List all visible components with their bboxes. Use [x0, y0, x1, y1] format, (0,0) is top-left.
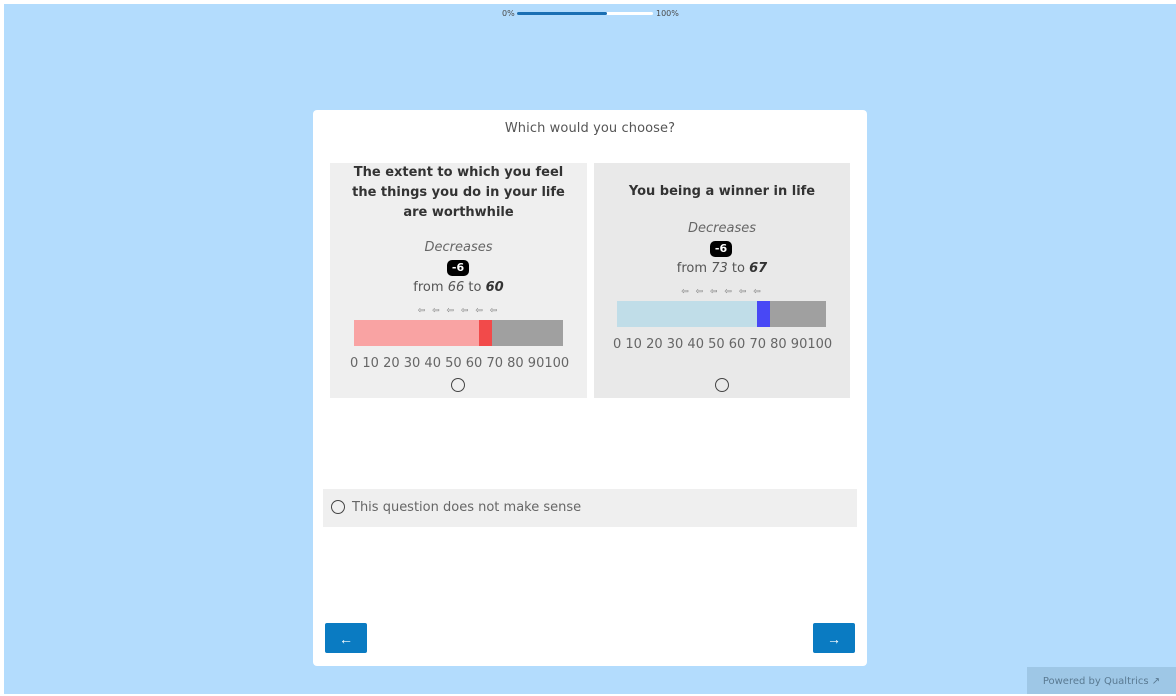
scale-labels: 0 10 20 30 40 50 60 70 80 90100	[350, 356, 570, 371]
option-radio[interactable]	[451, 378, 465, 392]
no-sense-option[interactable]: This question does not make sense	[323, 489, 857, 527]
question-text: Which would you choose?	[504, 121, 676, 136]
bar-fill	[354, 320, 480, 346]
bar-remaining	[769, 301, 826, 327]
option-title: The extent to which you feel the things …	[352, 165, 565, 220]
to-value: 67	[749, 261, 768, 276]
from-value: 73	[711, 261, 728, 276]
value-bar	[617, 301, 826, 327]
change-badge: -6	[710, 241, 732, 257]
from-to-text: from 73 to 67	[594, 261, 850, 276]
from-prefix: from	[413, 280, 444, 295]
direction-label: Decreases	[424, 240, 493, 255]
to-word: to	[731, 261, 745, 276]
to-value: 60	[485, 280, 504, 295]
from-prefix: from	[676, 261, 708, 276]
question-card: Which would you choose? The extent to wh…	[313, 110, 867, 666]
progress-bar: 0% 100%	[0, 8, 1176, 22]
scale-labels: 0 10 20 30 40 50 60 70 80 90100	[613, 337, 833, 352]
to-word: to	[468, 280, 482, 295]
value-bar	[354, 320, 563, 346]
option-title: You being a winner in life	[628, 184, 816, 199]
from-to-text: from 66 to 60	[330, 280, 587, 295]
left-arrows-icon: ⇦ ⇦ ⇦ ⇦ ⇦ ⇦	[417, 306, 500, 316]
bar-remaining	[491, 320, 563, 346]
bar-change-marker	[479, 320, 492, 346]
powered-by-link[interactable]: Powered by Qualtrics ↗	[1027, 667, 1176, 694]
progress-track	[517, 12, 653, 15]
choice-option-a[interactable]: The extent to which you feel the things …	[330, 163, 587, 398]
no-sense-radio[interactable]	[331, 500, 345, 514]
no-sense-label: This question does not make sense	[352, 500, 582, 515]
from-value: 66	[447, 280, 465, 295]
progress-fill	[517, 12, 607, 15]
back-button[interactable]: ←	[325, 623, 367, 653]
choice-option-b[interactable]: You being a winner in life Decreases -6 …	[594, 163, 850, 398]
bar-fill	[617, 301, 758, 327]
bar-change-marker	[757, 301, 770, 327]
option-radio[interactable]	[715, 378, 729, 392]
left-arrows-icon: ⇦ ⇦ ⇦ ⇦ ⇦ ⇦	[681, 287, 763, 297]
change-badge: -6	[447, 260, 469, 276]
next-button[interactable]: →	[813, 623, 855, 653]
direction-label: Decreases	[687, 221, 756, 236]
progress-start-label: 0%	[502, 9, 515, 18]
progress-end-label: 100%	[656, 9, 679, 18]
